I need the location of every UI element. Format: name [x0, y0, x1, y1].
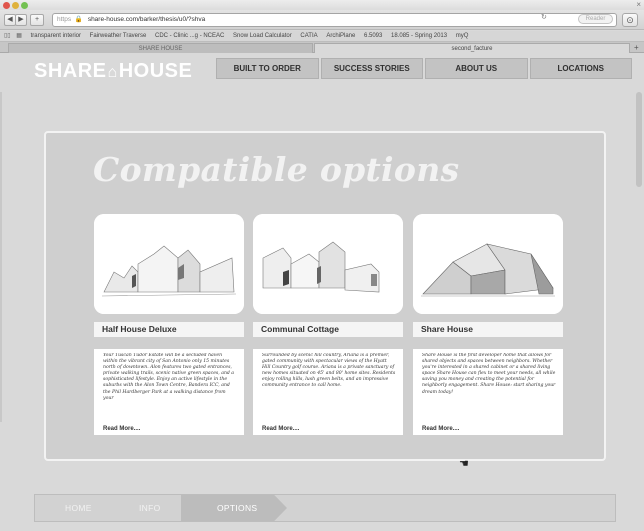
bookmark-item[interactable]: Snow Load Calculator [233, 31, 292, 41]
house-model-image [94, 214, 244, 314]
forward-button[interactable]: ▶ [15, 14, 27, 26]
read-more-link[interactable]: Read More.... [103, 426, 237, 432]
half-house-image[interactable] [94, 214, 244, 314]
bookmark-item[interactable]: myQ [456, 31, 469, 41]
chevron-right-icon: ▶ [18, 16, 24, 23]
card-body: Surrounded by scenic hill country, Arian… [253, 349, 403, 435]
page-edge [0, 92, 2, 422]
bookmark-item[interactable]: 18.085 - Spring 2013 [391, 31, 447, 41]
address-bar[interactable]: https 🔒 share-house.com/barker/thesis/u0… [52, 13, 617, 27]
zoom-window-button[interactable] [21, 2, 28, 9]
bookmark-item[interactable]: ArchiPlane [326, 31, 355, 41]
window-titlebar: × [0, 0, 644, 10]
nav-success-stories[interactable]: SUCCESS STORIES [320, 58, 423, 79]
bookmark-item[interactable]: CATIA [300, 31, 317, 41]
grid-icon[interactable]: ▦ [16, 31, 22, 41]
card-body: Share House is the first developer home … [413, 349, 563, 435]
bookmark-item[interactable]: Fairweather Traverse [90, 31, 147, 41]
browser-toolbar: ◀ ▶ + https 🔒 share-house.com/barker/the… [0, 10, 644, 30]
logo-text-house: HOUSE [118, 60, 193, 82]
card-title[interactable]: Half House Deluxe [94, 322, 244, 337]
tab-bar: SHARE HOUSE second_facture + [0, 42, 644, 53]
nav-about-us[interactable]: ABOUT US [425, 58, 528, 79]
logo-text-share: SHARE [34, 60, 107, 82]
new-tab-button[interactable]: + [30, 14, 44, 26]
lock-icon: 🔒 [74, 16, 83, 23]
step-home[interactable]: HOME [65, 495, 92, 521]
download-icon[interactable]: ⊙ [622, 13, 638, 27]
page-title: Compatible options [93, 150, 460, 189]
book-icon[interactable]: ▯▯ [4, 31, 11, 41]
share-house-image[interactable] [413, 214, 563, 314]
site-nav: BUILT TO ORDER SUCCESS STORIES ABOUT US … [216, 58, 632, 79]
nav-built-to-order[interactable]: BUILT TO ORDER [216, 58, 319, 79]
bookmark-item[interactable]: transparent interior [31, 31, 81, 41]
url-text: share-house.com/barker/thesis/u0/?shva [87, 16, 206, 23]
communal-cottage-image[interactable] [253, 214, 403, 314]
card-body: Your Tuscan Tudor Estate will be a seclu… [94, 349, 244, 435]
plus-icon: + [34, 16, 40, 23]
tab-second-facture[interactable]: second_facture [314, 43, 630, 53]
vertical-scrollbar[interactable] [636, 92, 642, 187]
site-logo[interactable]: SHARE⌂HOUSE [34, 60, 192, 83]
step-options[interactable]: OPTIONS [181, 495, 287, 521]
progress-steps: HOME INFO OPTIONS [34, 494, 616, 522]
house-model-image [253, 214, 403, 314]
read-more-link[interactable]: Read More.... [422, 426, 556, 432]
card-title[interactable]: Communal Cottage [253, 322, 403, 337]
reader-button[interactable]: Reader [578, 14, 613, 24]
reload-icon[interactable]: ↻ [541, 13, 547, 21]
url-protocol: https [57, 16, 72, 23]
card-description: Your Tuscan Tudor Estate will be a seclu… [103, 353, 235, 401]
close-window-button[interactable] [3, 2, 10, 9]
card-title[interactable]: Share House [413, 322, 563, 337]
house-model-image [413, 214, 563, 314]
resize-icon: × [636, 0, 641, 9]
house-icon: ⌂ [107, 64, 118, 81]
read-more-link[interactable]: Read More.... [262, 426, 396, 432]
tab-share-house[interactable]: SHARE HOUSE [8, 43, 313, 53]
minimize-window-button[interactable] [12, 2, 19, 9]
hand-cursor-icon: ☚ [459, 458, 469, 470]
step-info[interactable]: INFO [139, 495, 161, 521]
card-description: Share House is the first developer home … [422, 353, 556, 395]
bookmark-item[interactable]: 6.5093 [364, 31, 382, 41]
bookmark-item[interactable]: CDC - Clinic ...g - NCEAC [155, 31, 224, 41]
chevron-left-icon: ◀ [7, 16, 13, 23]
card-description: Surrounded by scenic hill country, Arian… [262, 353, 396, 389]
nav-locations[interactable]: LOCATIONS [529, 58, 632, 79]
plus-icon[interactable]: + [634, 43, 639, 52]
bookmarks-bar: ▯▯ ▦ transparent interior Fairweather Tr… [0, 31, 644, 42]
